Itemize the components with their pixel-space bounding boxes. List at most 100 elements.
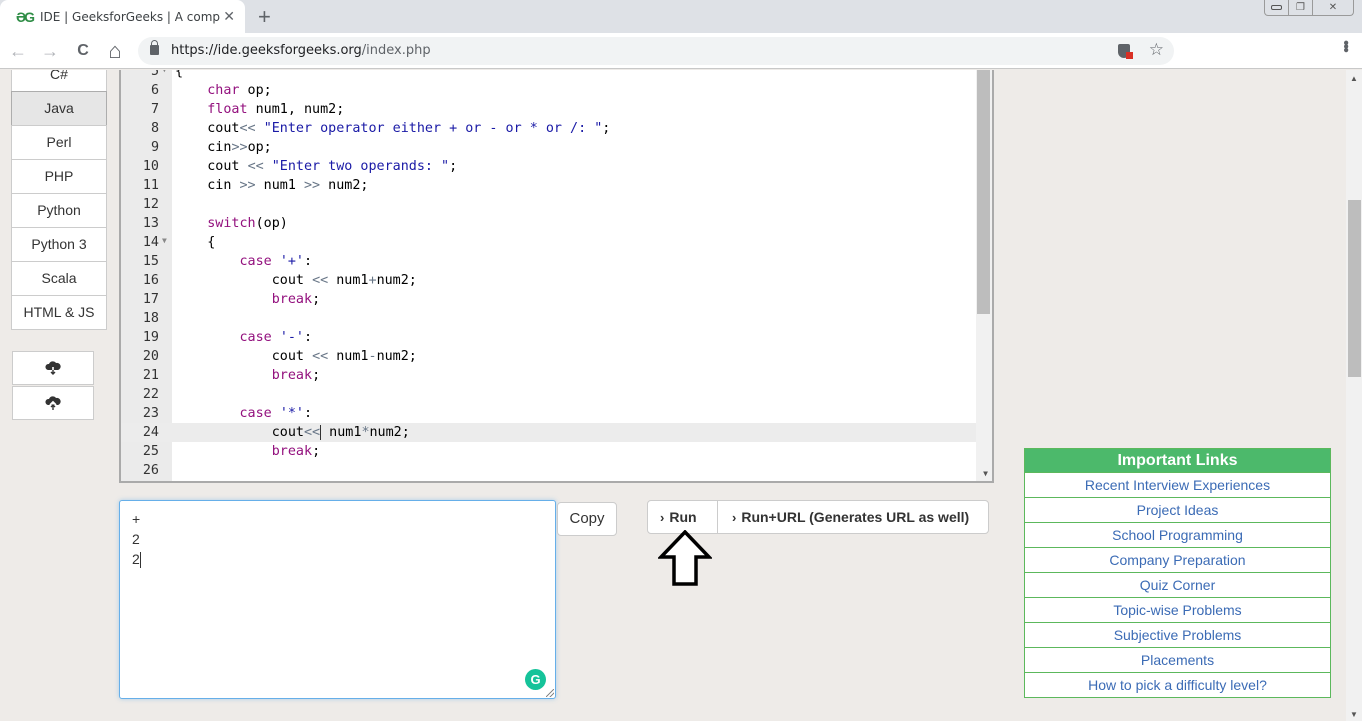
code-line[interactable]: 23 case '*': [121, 404, 976, 423]
code-line[interactable]: 17 break; [121, 290, 976, 309]
code-text: cout << num1+num2; [175, 273, 417, 288]
line-number: 12 [142, 197, 159, 212]
code-line[interactable]: 7 float num1, num2; [121, 100, 976, 119]
important-link[interactable]: Recent Interview Experiences [1025, 472, 1330, 497]
forward-button[interactable]: → [38, 39, 62, 63]
important-links-title: Important Links [1025, 449, 1330, 472]
code-line[interactable]: 12 [121, 195, 976, 214]
code-line[interactable]: 25 break; [121, 442, 976, 461]
important-link[interactable]: How to pick a difficulty level? [1025, 672, 1330, 697]
code-line[interactable]: 19 case '-': [121, 328, 976, 347]
reload-button[interactable]: C [71, 39, 95, 63]
line-number: 14 [142, 235, 159, 250]
line-number: 6 [150, 83, 159, 98]
page-scroll-thumb[interactable] [1348, 200, 1361, 377]
code-text: cout<< num1*num2; [175, 424, 410, 440]
close-window-button[interactable]: ✕ [1313, 0, 1353, 15]
cloud-buttons [12, 351, 94, 421]
grammarly-icon[interactable]: G [525, 669, 546, 690]
editor-scroll-thumb[interactable] [977, 70, 990, 314]
run-button[interactable]: › Run [647, 500, 718, 534]
line-number: 11 [142, 178, 159, 193]
minimize-button[interactable] [1265, 0, 1289, 15]
address-bar[interactable]: https://ide.geeksforgeeks.org/index.php … [138, 37, 1174, 65]
bookmark-star-icon[interactable]: ☆ [1149, 40, 1164, 60]
code-line[interactable]: 26 [121, 461, 976, 480]
editor-scrollbar[interactable]: ▼ [976, 70, 992, 481]
cloud-upload-button[interactable] [12, 386, 94, 420]
important-links-list: Recent Interview Experiences Project Idea… [1025, 472, 1330, 697]
code-text: float num1, num2; [207, 102, 345, 117]
code-text: break; [271, 292, 321, 307]
run-label: Run [669, 509, 697, 525]
code-text: case '+': [239, 254, 313, 269]
line-number: 21 [142, 368, 159, 383]
cloud-download-icon [45, 361, 61, 375]
line-number: 26 [142, 463, 159, 478]
important-link[interactable]: Quiz Corner [1025, 572, 1330, 597]
code-line[interactable]: 14 ▼ { [121, 233, 976, 252]
stdin-input[interactable]: + 2 2 G [119, 500, 556, 699]
code-line[interactable]: 15 case '+': [121, 252, 976, 271]
run-url-label: Run+URL (Generates URL as well) [741, 509, 970, 525]
browser-menu-icon[interactable]: ••• [1337, 40, 1354, 51]
code-line[interactable]: 20 cout << num1-num2; [121, 347, 976, 366]
copy-button[interactable]: Copy [557, 502, 617, 536]
code-line[interactable]: 22 [121, 385, 976, 404]
restore-button[interactable]: ❐ [1289, 0, 1313, 15]
fold-arrow-icon[interactable]: ▼ [162, 231, 167, 250]
close-tab-icon[interactable]: ✕ [223, 8, 235, 25]
code-line[interactable]: 16 cout << num1+num2; [121, 271, 976, 290]
scroll-down-arrow-icon[interactable]: ▼ [983, 469, 988, 478]
chevron-right-icon: › [660, 509, 665, 525]
language-button-php[interactable]: PHP [11, 159, 107, 194]
code-editor[interactable]: 5▼{6 char op;7 float num1, num2;8 cout<<… [119, 70, 994, 483]
language-list: C# Java Perl PHP Python Python 3 Scala HTML & J… [11, 70, 107, 330]
code-line[interactable]: 5▼ { [121, 70, 976, 81]
important-link[interactable]: Project Ideas [1025, 497, 1330, 522]
code-text: cout << "Enter two operands: "; [175, 159, 458, 174]
new-tab-button[interactable]: + [258, 4, 271, 30]
scroll-up-arrow-icon[interactable]: ▲ [1350, 74, 1358, 83]
code-text: { [175, 235, 216, 250]
language-button-java[interactable]: Java [11, 91, 107, 126]
fold-arrow-icon[interactable]: ▼ [162, 70, 167, 79]
code-line[interactable]: 21 break; [121, 366, 976, 385]
language-button-perl[interactable]: Perl [11, 125, 107, 160]
code-line[interactable]: 11 cin >> num1 >> num2; [121, 176, 976, 195]
run-url-button[interactable]: › Run+URL (Generates URL as well) [717, 500, 989, 534]
scroll-down-arrow-icon[interactable]: ▼ [1350, 710, 1358, 719]
url-text[interactable]: https://ide.geeksforgeeks.org/index.php [171, 43, 431, 58]
language-button-python[interactable]: Python [11, 193, 107, 228]
browser-tabstrip: ƏG IDE | GeeksforGeeks | A computer scie… [0, 0, 1362, 33]
home-button[interactable]: ⌂ [103, 38, 127, 63]
important-link[interactable]: Topic-wise Problems [1025, 597, 1330, 622]
code-line[interactable]: 24 cout<< num1*num2; [121, 423, 976, 442]
code-text: char op; [207, 83, 272, 98]
back-button[interactable]: ← [6, 39, 30, 63]
code-line[interactable]: 9 cin>>op; [121, 138, 976, 157]
language-button-c-[interactable]: C# [11, 70, 107, 92]
cloud-download-button[interactable] [12, 351, 94, 385]
code-text: break; [271, 444, 321, 459]
language-button-scala[interactable]: Scala [11, 261, 107, 296]
code-text: { [175, 70, 184, 79]
important-links-panel: Important Links Recent Interview Experie… [1024, 448, 1331, 698]
important-link[interactable]: Subjective Problems [1025, 622, 1330, 647]
important-link[interactable]: Company Preparation [1025, 547, 1330, 572]
browser-tab[interactable]: ƏG IDE | GeeksforGeeks | A computer scie… [0, 0, 245, 33]
important-link[interactable]: School Programming [1025, 522, 1330, 547]
language-button-python-3[interactable]: Python 3 [11, 227, 107, 262]
code-line[interactable]: 13 switch(op) [121, 214, 976, 233]
code-line[interactable]: 6 char op; [121, 81, 976, 100]
line-number: 5 [150, 70, 159, 79]
code-line[interactable]: 18 [121, 309, 976, 328]
code-line[interactable]: 10 cout << "Enter two operands: "; [121, 157, 976, 176]
important-link[interactable]: Placements [1025, 647, 1330, 672]
url-host: https://ide.geeksforgeeks.org [171, 43, 362, 58]
language-button-html-js[interactable]: HTML & JS [11, 295, 107, 330]
blocked-content-shield-icon[interactable] [1118, 44, 1133, 59]
resize-handle[interactable] [546, 689, 554, 697]
code-line[interactable]: 8 cout<< "Enter operator either + or - o… [121, 119, 976, 138]
page-scrollbar[interactable]: ▲ ▼ [1346, 70, 1362, 721]
